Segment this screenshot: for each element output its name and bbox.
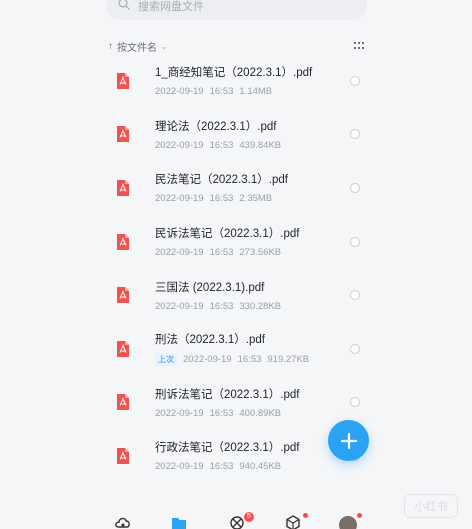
file-date: 2022-09-19 — [155, 193, 204, 205]
select-checkbox[interactable] — [350, 343, 360, 354]
file-date: 2022-09-19 — [183, 354, 232, 366]
file-name: 刑法（2022.3.1）.pdf — [155, 334, 265, 347]
file-text: 刑法（2022.3.1）.pdf 上次 2022-09-19 16:53 919.27K… — [155, 331, 310, 367]
sort-bar: ↑ 按文件名 ⌄ — [108, 38, 364, 54]
file-time: 16:53 — [209, 139, 234, 151]
nav-files[interactable] — [170, 514, 188, 529]
home-cloud-icon — [115, 517, 130, 528]
select-checkbox[interactable] — [350, 397, 360, 408]
file-list: 1_商经知笔记（2022.3.1）.pdf 2022-09-19 16:53 1.14… — [108, 54, 368, 483]
file-time: 16:53 — [209, 300, 234, 312]
file-text: 行政法笔记（2022.3.1）.pdf 2022-09-19 16:53 940.45… — [155, 439, 299, 472]
box-icon — [286, 515, 300, 529]
file-size: 1.14MB — [239, 86, 273, 98]
file-time: 16:53 — [209, 247, 234, 259]
file-text: 1_商经知笔记（2022.3.1）.pdf 2022-09-19 16:53 1.14… — [155, 64, 312, 97]
file-date: 2022-09-19 — [155, 300, 204, 312]
select-checkbox[interactable] — [350, 290, 360, 301]
file-time: 16:53 — [209, 193, 234, 205]
file-meta: 2022-09-19 16:53 330.28KB — [155, 301, 281, 312]
file-name: 民诉法笔记（2022.3.1）.pdf — [155, 228, 300, 241]
pdf-file-icon — [117, 72, 129, 89]
select-checkbox[interactable] — [350, 75, 360, 86]
add-button[interactable] — [328, 420, 369, 461]
files-icon — [172, 518, 186, 529]
grid-view-icon[interactable] — [354, 42, 364, 50]
file-meta: 2022-09-19 16:53 273.56KB — [155, 247, 299, 258]
file-text: 理论法（2022.3.1）.pdf 2022-09-19 16:53 439.84KB — [155, 118, 281, 151]
file-size: 2.35MB — [239, 193, 273, 205]
file-date: 2022-09-19 — [155, 247, 204, 259]
file-meta: 上次 2022-09-19 16:53 919.27KB — [155, 353, 310, 367]
sort-arrow-icon: ↑ — [108, 40, 113, 52]
pdf-file-icon — [117, 447, 129, 464]
file-size: 273.56KB — [239, 247, 282, 259]
nav-home[interactable] — [114, 514, 132, 529]
file-date: 2022-09-19 — [155, 86, 204, 98]
file-time: 16:53 — [209, 86, 234, 98]
list-item[interactable]: 刑法（2022.3.1）.pdf 上次 2022-09-19 16:53 919.27K… — [108, 322, 368, 376]
file-name: 1_商经知笔记（2022.3.1）.pdf — [155, 67, 313, 80]
select-checkbox[interactable] — [350, 182, 360, 193]
file-name: 民法笔记（2022.3.1）.pdf — [155, 174, 288, 187]
pdf-file-icon — [117, 233, 129, 250]
list-item[interactable]: 民诉法笔记（2022.3.1）.pdf 2022-09-19 16:53 273.56… — [108, 215, 368, 269]
bottom-nav: 5 — [0, 508, 472, 529]
nav-box[interactable] — [284, 513, 308, 529]
list-item[interactable]: 理论法（2022.3.1）.pdf 2022-09-19 16:53 439.84KB — [108, 108, 368, 162]
sort-selector[interactable]: ↑ 按文件名 ⌄ — [108, 39, 168, 54]
file-text: 民法笔记（2022.3.1）.pdf 2022-09-19 16:53 2.35MB — [155, 171, 288, 204]
file-text: 刑诉法笔记（2022.3.1）.pdf 2022-09-19 16:53 400.89… — [155, 386, 299, 419]
file-size: 940.45KB — [239, 461, 282, 473]
plus-icon — [340, 432, 357, 449]
pdf-file-icon — [117, 179, 129, 196]
file-date: 2022-09-19 — [155, 407, 204, 419]
list-item[interactable]: 民法笔记（2022.3.1）.pdf 2022-09-19 16:53 2.35MB — [108, 161, 368, 215]
file-size: 919.27KB — [267, 354, 310, 366]
file-name: 理论法（2022.3.1）.pdf — [155, 120, 277, 133]
file-meta: 2022-09-19 16:53 2.35MB — [155, 193, 288, 204]
pdf-file-icon — [117, 287, 129, 304]
file-meta: 2022-09-19 16:53 1.14MB — [155, 86, 312, 97]
file-meta: 2022-09-19 16:53 439.84KB — [155, 140, 281, 151]
select-checkbox[interactable] — [350, 129, 360, 140]
search-input[interactable]: 搜索网盘文件 — [106, 0, 367, 20]
recent-badge: 上次 — [155, 353, 177, 367]
watermark: 小红书 — [404, 494, 458, 518]
file-date: 2022-09-19 — [155, 461, 204, 473]
file-text: 三国法 (2022.3.1).pdf 2022-09-19 16:53 330.28K… — [155, 279, 281, 312]
list-item[interactable]: 刑诉法笔记（2022.3.1）.pdf 2022-09-19 16:53 400.89… — [108, 376, 368, 430]
pdf-file-icon — [117, 340, 129, 357]
file-size: 400.89KB — [239, 407, 282, 419]
sort-label: 按文件名 — [117, 42, 157, 54]
pdf-file-icon — [117, 394, 129, 411]
pdf-file-icon — [117, 126, 129, 143]
file-size: 439.84KB — [239, 139, 282, 151]
file-meta: 2022-09-19 16:53 940.45KB — [155, 461, 299, 472]
notification-badge: 5 — [244, 512, 254, 522]
file-text: 民诉法笔记（2022.3.1）.pdf 2022-09-19 16:53 273.56… — [155, 225, 299, 258]
search-icon — [118, 0, 130, 15]
file-name: 三国法 (2022.3.1).pdf — [155, 281, 265, 294]
select-checkbox[interactable] — [350, 236, 360, 247]
file-time: 16:53 — [237, 354, 262, 366]
notification-dot — [357, 513, 362, 518]
file-size: 330.28KB — [239, 300, 282, 312]
list-item[interactable]: 三国法 (2022.3.1).pdf 2022-09-19 16:53 330.28K… — [108, 268, 368, 322]
chevron-down-icon: ⌄ — [161, 41, 168, 51]
file-meta: 2022-09-19 16:53 400.89KB — [155, 408, 299, 419]
file-time: 16:53 — [209, 407, 234, 419]
file-name: 行政法笔记（2022.3.1）.pdf — [155, 442, 300, 455]
nav-share[interactable]: 5 — [228, 512, 254, 529]
file-date: 2022-09-19 — [155, 139, 204, 151]
notification-dot — [303, 513, 308, 518]
list-item[interactable]: 1_商经知笔记（2022.3.1）.pdf 2022-09-19 16:53 1.14… — [108, 54, 368, 108]
file-time: 16:53 — [209, 461, 234, 473]
avatar[interactable] — [339, 516, 357, 529]
file-name: 刑诉法笔记（2022.3.1）.pdf — [155, 388, 300, 401]
search-placeholder: 搜索网盘文件 — [138, 1, 204, 13]
